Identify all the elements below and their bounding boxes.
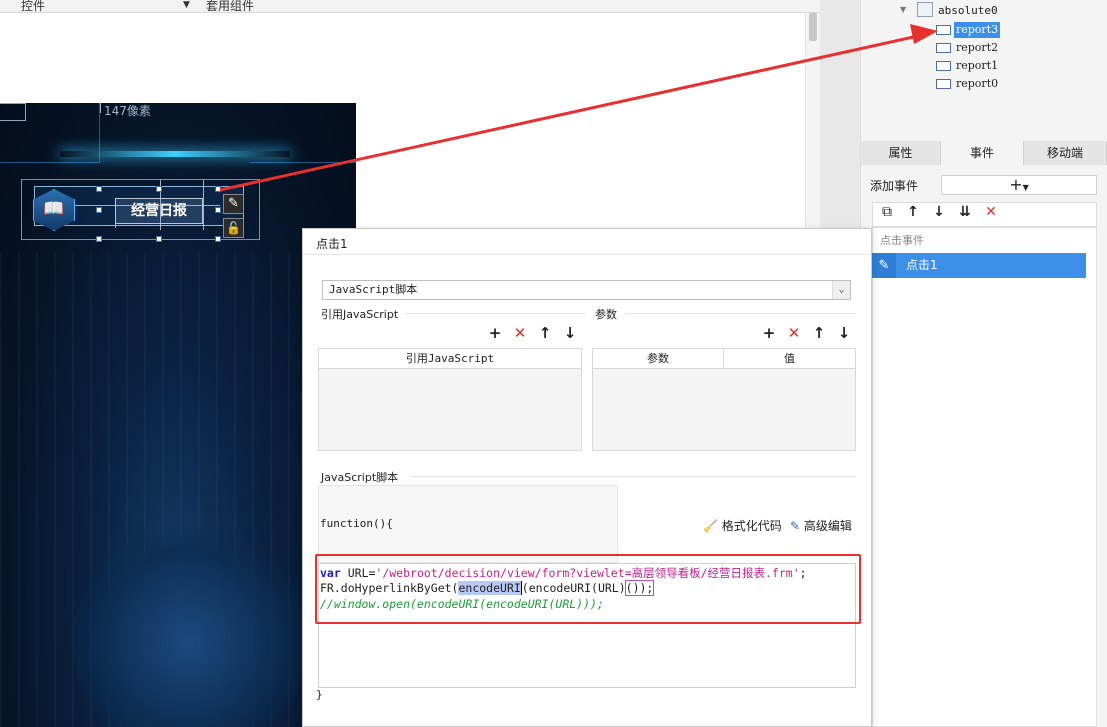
event-item-label: 点击1: [906, 258, 938, 272]
tree-item-label: report0: [956, 77, 999, 90]
report-icon: [936, 43, 951, 53]
add-icon[interactable]: +: [761, 324, 777, 342]
format-code-label: 格式化代码: [721, 519, 782, 533]
report-icon: [936, 25, 951, 35]
advanced-edit-label: 高级编辑: [803, 519, 852, 533]
move-up-icon[interactable]: ↑: [537, 324, 553, 342]
resize-handle[interactable]: [96, 186, 102, 192]
event-list: [872, 227, 1097, 727]
column-header[interactable]: 值: [724, 349, 855, 369]
section-divider: [410, 476, 856, 477]
ref-js-table[interactable]: 引用JavaScript: [318, 348, 582, 451]
params-table[interactable]: 参数 值: [592, 348, 856, 451]
event-group-label: 点击事件: [880, 234, 924, 247]
tree-item-report0[interactable]: report0: [936, 76, 1006, 92]
delete-icon[interactable]: ✕: [512, 324, 528, 342]
widget-title[interactable]: 经营日报: [115, 198, 203, 224]
lock-icon[interactable]: 🔓: [223, 218, 244, 238]
resize-handle[interactable]: [96, 207, 102, 213]
controls-label[interactable]: 控件: [21, 0, 45, 14]
delete-icon[interactable]: ✕: [786, 324, 802, 342]
ref-js-section-title: 引用JavaScript: [321, 308, 399, 321]
ruler-tick: [100, 103, 101, 113]
dialog-title: 点击1: [316, 237, 348, 251]
edit-icon: ✎: [790, 519, 801, 533]
pixel-distance-label: 147像素: [104, 104, 151, 118]
column-header[interactable]: 引用JavaScript: [319, 349, 581, 369]
book-icon: 📖: [43, 199, 65, 219]
add-event-button[interactable]: +▼: [941, 175, 1097, 195]
broom-icon: 🧹: [703, 519, 718, 533]
resize-handle[interactable]: [215, 207, 221, 213]
tree-item-report3[interactable]: report3: [936, 22, 1006, 38]
move-up-icon[interactable]: ↑: [811, 324, 827, 342]
tree-item-report2[interactable]: report2: [936, 40, 1006, 56]
tree-item-label: report2: [956, 41, 999, 54]
dialog-titlebar: [303, 229, 871, 255]
move-up-icon[interactable]: ↑: [904, 204, 922, 220]
add-event-label: 添加事件: [870, 179, 919, 193]
guide-line: [115, 198, 116, 228]
section-divider: [625, 313, 856, 314]
resize-handle[interactable]: [215, 236, 221, 242]
resize-handle[interactable]: [156, 236, 162, 242]
section-divider: [405, 313, 585, 314]
move-down-icon[interactable]: ↓: [930, 204, 948, 220]
tree-root-label[interactable]: absolute0: [938, 4, 998, 17]
collapse-arrow-icon[interactable]: ▼: [900, 5, 906, 14]
edit-icon[interactable]: ✎: [223, 194, 244, 214]
annotation-box: [315, 554, 861, 624]
tree-item-label: report3: [954, 22, 1001, 38]
resize-handle[interactable]: [96, 236, 102, 242]
tree-item-label: report1: [956, 59, 999, 72]
plus-icon: +: [1009, 175, 1023, 194]
component-label[interactable]: 套用组件: [206, 0, 254, 14]
tab-mobile[interactable]: 移动端: [1024, 141, 1107, 165]
add-icon[interactable]: +: [487, 324, 503, 342]
report-icon: [936, 79, 951, 89]
script-section-title: JavaScript脚本: [321, 471, 399, 484]
layout-icon: [917, 2, 933, 17]
select-value: JavaScript脚本: [329, 283, 418, 296]
closing-brace: }: [316, 688, 323, 701]
advanced-edit-button[interactable]: ✎ 高级编辑: [790, 517, 852, 534]
script-type-select[interactable]: JavaScript脚本 ⌄: [322, 280, 851, 300]
guide-line: [75, 205, 220, 206]
light-beam: [60, 151, 290, 157]
pencil-icon: ✎: [872, 253, 896, 278]
delete-icon[interactable]: ✕: [982, 204, 1000, 220]
params-section-title: 参数: [595, 308, 617, 321]
resize-handle[interactable]: [215, 186, 221, 192]
chevron-down-icon[interactable]: ⌄: [832, 281, 850, 299]
chevron-down-icon[interactable]: ▼: [183, 0, 190, 10]
copy-icon[interactable]: ⧉: [878, 204, 896, 220]
tab-events[interactable]: 事件: [941, 141, 1024, 165]
caret-down-icon: ▼: [1022, 183, 1029, 192]
move-bottom-icon[interactable]: ⇊: [956, 204, 974, 220]
report-icon: [936, 61, 951, 71]
tree-item-report1[interactable]: report1: [936, 58, 1006, 74]
function-declaration: function(){: [320, 517, 393, 530]
column-header[interactable]: 参数: [593, 349, 724, 369]
ruler-marker: [0, 103, 26, 121]
scrollbar-thumb[interactable]: [809, 13, 817, 41]
move-down-icon[interactable]: ↓: [562, 324, 578, 342]
event-item[interactable]: ✎ 点击1: [872, 253, 1086, 278]
format-code-button[interactable]: 🧹 格式化代码: [703, 517, 782, 534]
resize-handle[interactable]: [156, 186, 162, 192]
widget-toolbar: 控件 ▼ 套用组件: [0, 0, 820, 13]
tab-properties[interactable]: 属性: [861, 141, 941, 165]
move-down-icon[interactable]: ↓: [836, 324, 852, 342]
